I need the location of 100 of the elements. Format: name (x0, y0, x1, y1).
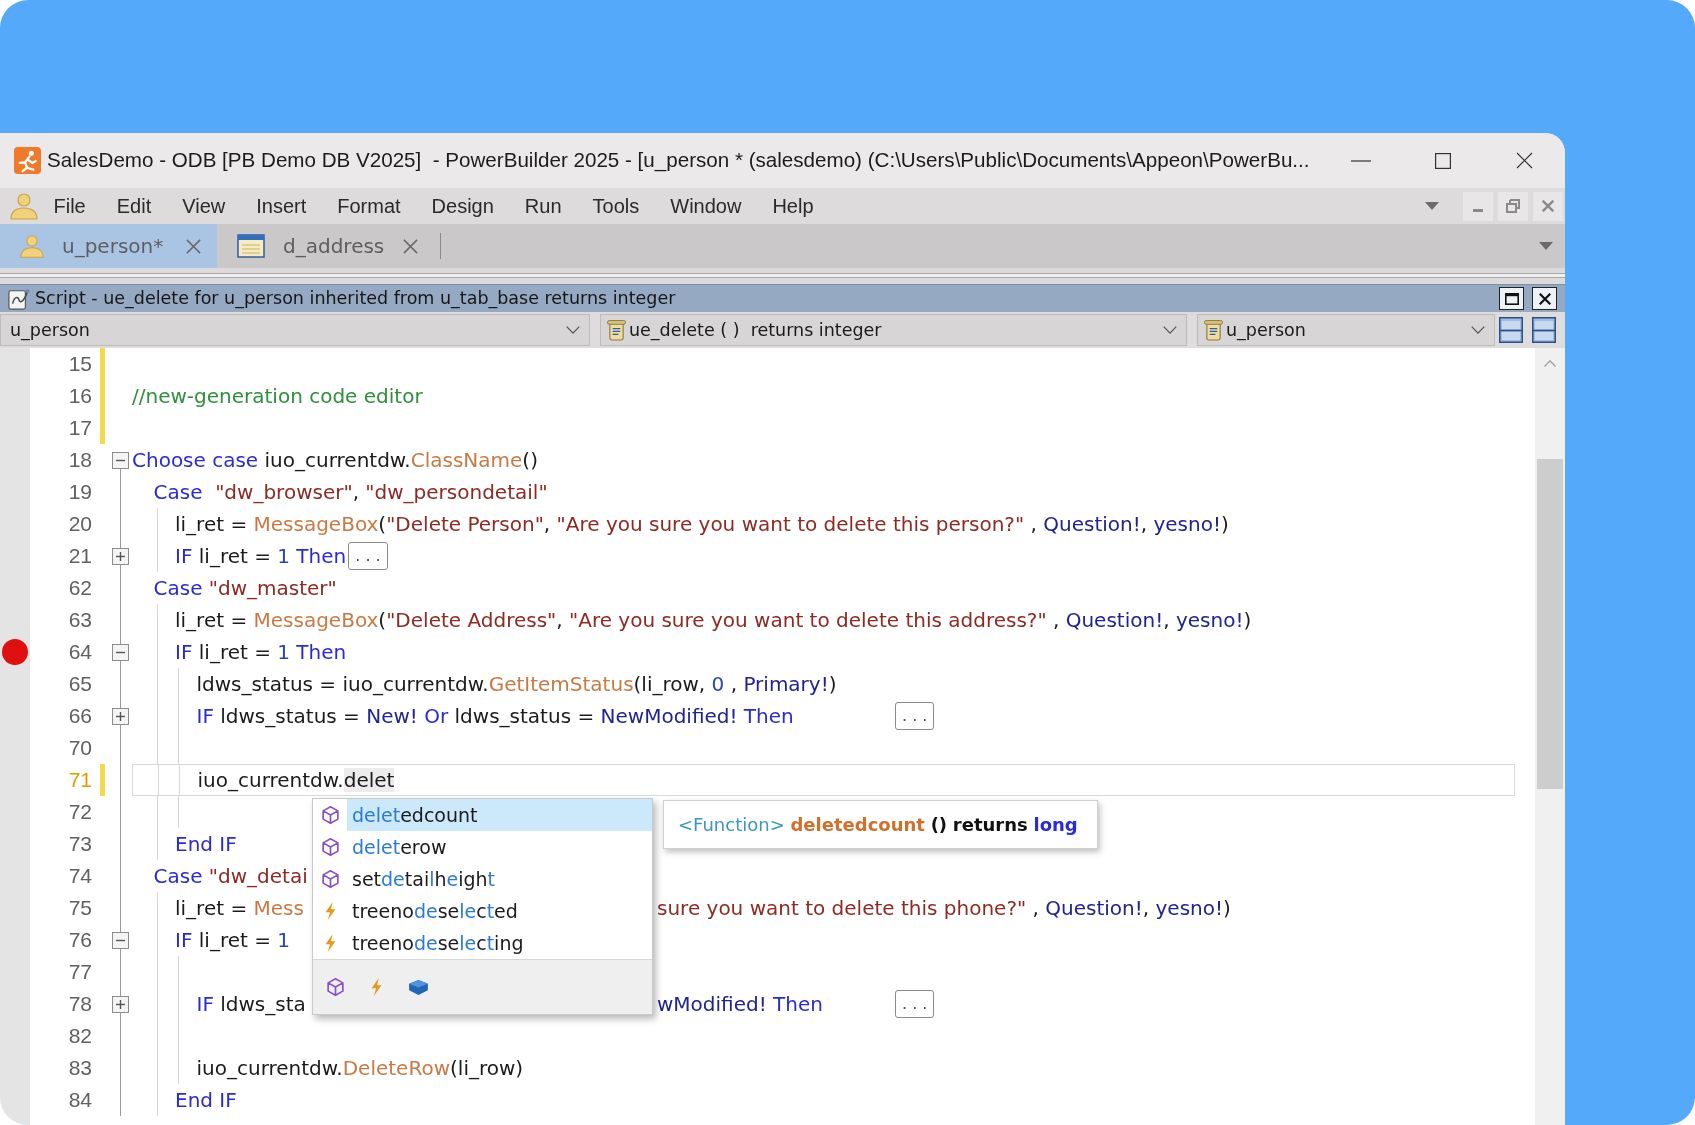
line-number: 74 (68, 863, 92, 890)
breakpoint-icon[interactable] (2, 639, 28, 665)
code-line: Choose case iuo_currentdw.ClassName() (132, 447, 538, 474)
line-number: 16 (68, 383, 92, 410)
code-line-fragment: sure you want to delete this phone?" , Question!, yesno!) (657, 895, 1231, 922)
scroll-up-icon[interactable] (1544, 360, 1556, 367)
code-line: End IF (175, 1087, 237, 1114)
code-line: IF li_ret = 1 Then (175, 543, 347, 570)
menu-item[interactable]: Help (756, 191, 830, 221)
line-number: 15 (68, 351, 92, 378)
line-number: 71 (68, 767, 92, 794)
folded-code-marker[interactable]: . . . (895, 990, 935, 1018)
caret-down-icon[interactable] (1425, 202, 1439, 210)
mdi-restore-button[interactable] (1498, 191, 1528, 221)
menu-item[interactable]: Insert (240, 191, 322, 221)
minimize-icon (1351, 159, 1371, 162)
code-line: IF li_ret = 1 (175, 927, 290, 954)
block-icon[interactable] (409, 979, 428, 995)
collapse-icon[interactable] (112, 644, 129, 661)
code-line: iuo_currentdw.delet (197, 767, 395, 794)
line-number: 64 (68, 639, 92, 666)
menu-item[interactable]: File (38, 191, 102, 221)
collapse-icon[interactable] (112, 452, 129, 469)
line-number: 20 (68, 511, 92, 538)
close-pane-button[interactable] (1532, 287, 1557, 310)
code-line: Case "dw_master" (153, 575, 337, 602)
line-number: 84 (68, 1087, 92, 1114)
maximize-icon (1435, 152, 1451, 169)
object-dropdown[interactable]: u_person (0, 314, 590, 346)
code-line: iuo_currentdw.DeleteRow(li_row) (196, 1055, 524, 1082)
maximize-pane-button[interactable] (1499, 287, 1524, 310)
line-number: 76 (68, 927, 92, 954)
code-line: End IF (175, 831, 237, 858)
line-number: 82 (68, 1023, 92, 1050)
person-icon (10, 192, 38, 220)
code-line: IF ldws_sta (196, 991, 306, 1018)
object-dropdown[interactable]: ue_delete ( ) returns integer (600, 314, 1187, 346)
expand-icon[interactable] (112, 996, 129, 1013)
menu-item[interactable]: Run (509, 191, 578, 221)
window-icon (237, 234, 265, 258)
code-line: Case "dw_detai (153, 863, 308, 890)
line-number: 19 (68, 479, 92, 506)
maximize-icon (1504, 292, 1519, 305)
code-line: li_ret = MessageBox("Delete Person", "Are you sure you want to delete this person?" , Question!, yesno!) (175, 511, 1229, 538)
line-number: 65 (68, 671, 92, 698)
restore-icon (1506, 199, 1520, 213)
split-view-icon (1498, 317, 1523, 343)
line-number: 75 (68, 895, 92, 922)
line-number: 83 (68, 1055, 92, 1082)
window-title: SalesDemo - ODB [PB Demo DB V2025] - PowerBuilder 2025 - [u_person * (salesdemo) (C:\Users\Public\Documents\Appeon\PowerBu... (47, 147, 1310, 174)
menu-item[interactable]: Format (321, 191, 417, 221)
close-icon (1516, 152, 1533, 169)
document-tab[interactable]: u_person* (0, 224, 217, 268)
menu-item[interactable]: View (166, 191, 241, 221)
line-number: 73 (68, 831, 92, 858)
person-icon (20, 234, 44, 258)
menu-item[interactable]: Window (654, 191, 757, 221)
code-line: li_ret = Mess (175, 895, 304, 922)
object-dropdown[interactable]: u_person (1197, 314, 1495, 346)
chevron-down-icon (566, 326, 580, 334)
split-view-icon (1531, 317, 1556, 343)
mdi-close-button[interactable] (1533, 191, 1563, 221)
lightning-icon[interactable] (371, 978, 382, 996)
line-number: 18 (68, 447, 92, 474)
code-line: IF ldws_status = New! Or ldws_status = NewModified! Then (196, 703, 794, 730)
close-icon (1542, 200, 1554, 212)
expand-icon[interactable] (112, 548, 129, 565)
script-pane-title: Script - ue_delete for u_person inherited from u_tab_base returns integer (35, 287, 676, 311)
mdi-minimize-button[interactable] (1463, 191, 1493, 221)
app-logo-icon (14, 147, 41, 174)
line-number: 78 (68, 991, 92, 1018)
scrollbar-thumb[interactable] (1537, 459, 1563, 789)
line-number: 66 (68, 703, 92, 730)
scroll-icon (1204, 319, 1223, 341)
line-number: 63 (68, 607, 92, 634)
menu-item[interactable]: Edit (101, 191, 167, 221)
chevron-down-icon (1163, 326, 1177, 334)
code-line: IF li_ret = 1 Then (175, 639, 347, 666)
line-number: 77 (68, 959, 92, 986)
cube-icon[interactable] (327, 978, 344, 996)
vertical-scrollbar[interactable] (1535, 348, 1565, 1125)
collapse-icon[interactable] (112, 932, 129, 949)
autocomplete-option[interactable]: deletedcount (347, 799, 652, 831)
close-tab-icon[interactable] (186, 238, 201, 254)
folded-code-marker[interactable]: . . . (348, 542, 388, 570)
folded-code-marker[interactable]: . . . (895, 702, 935, 730)
close-tab-icon[interactable] (403, 238, 418, 254)
line-number: 72 (68, 799, 92, 826)
expand-icon[interactable] (112, 708, 129, 725)
split-view-button[interactable] (1530, 315, 1557, 345)
cube-icon (321, 806, 339, 824)
line-number: 17 (68, 415, 92, 442)
lightning-icon (324, 902, 336, 920)
chevron-down-icon (1471, 326, 1485, 334)
scroll-icon (607, 319, 626, 341)
menu-item[interactable]: Tools (577, 191, 655, 221)
split-view-button[interactable] (1497, 315, 1524, 345)
code-line: //new-generation code editor (132, 383, 423, 410)
caret-down-icon[interactable] (1539, 242, 1553, 250)
menu-item[interactable]: Design (416, 191, 510, 221)
